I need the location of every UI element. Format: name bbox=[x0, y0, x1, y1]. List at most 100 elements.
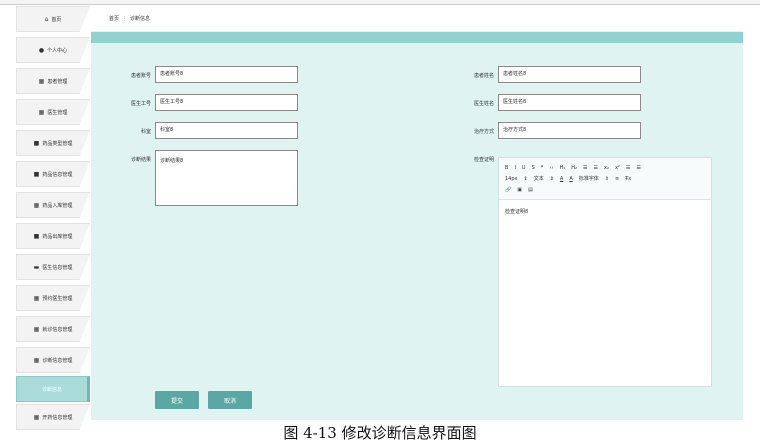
toolbar-tool-icon[interactable]: ☰ bbox=[626, 165, 630, 171]
sidebar-item[interactable]: ▦ 就诊信息管理 bbox=[16, 316, 90, 342]
patient-account-input[interactable]: 患者账号8 bbox=[155, 66, 298, 83]
image-icon[interactable]: ▣ bbox=[517, 187, 522, 193]
doctor-id-label: 医生工号 bbox=[130, 101, 151, 107]
breadcrumb: 首页 ⋮ 诊断信息 bbox=[91, 6, 743, 32]
font-size-arrow-icon: ⇕ bbox=[523, 175, 528, 182]
diagnosis-textarea[interactable]: 诊断结果8 bbox=[155, 150, 298, 206]
sidebar-item-label: 诊断信息 bbox=[41, 386, 62, 393]
patient-name-input[interactable]: 患者姓名8 bbox=[498, 66, 641, 83]
toolbar-tool-icon[interactable]: H₂ bbox=[571, 165, 577, 171]
toolbar-tool-icon[interactable]: B bbox=[505, 165, 508, 171]
sidebar-item[interactable]: ▦ 患者管理 bbox=[16, 68, 90, 94]
background-color-icon[interactable]: A bbox=[569, 176, 572, 182]
sidebar-item[interactable]: ● 个人中心 bbox=[16, 37, 90, 63]
diagnosis-label: 诊断结果 bbox=[130, 157, 151, 163]
sidebar-item-label: 医生管理 bbox=[47, 109, 68, 116]
breadcrumb-separator: ⋮ bbox=[122, 15, 128, 22]
sidebar-item[interactable]: ■ 药品信息管理 bbox=[16, 161, 90, 187]
patient-name-label: 患者姓名 bbox=[473, 73, 494, 79]
font-family-arrow-icon: ⇕ bbox=[604, 175, 609, 182]
breadcrumb-home[interactable]: 首页 bbox=[109, 15, 119, 22]
editor-toolbar-row-1: B I U S ❞ ‹› H₁ H₂ ☰ ☰ x₂ x² ☰ ☰ bbox=[505, 162, 705, 173]
link-icon[interactable]: 🔗 bbox=[505, 187, 511, 193]
file-icon: ■ bbox=[33, 170, 40, 178]
cancel-button[interactable]: 取消 bbox=[208, 391, 252, 409]
sidebar-item-label: 患者管理 bbox=[47, 78, 68, 85]
main-content: 首页 ⋮ 诊断信息 患者账号 患者账号8 患者姓名 患者姓名8 医生工号 医生工… bbox=[91, 6, 743, 420]
grid-icon: ▦ bbox=[33, 413, 40, 421]
home-icon: ⌂ bbox=[44, 15, 49, 23]
treatment-label: 治疗方式 bbox=[473, 129, 494, 135]
user-icon: ● bbox=[38, 46, 45, 54]
sidebar-item-label: 个人中心 bbox=[47, 47, 68, 54]
doctor-name-label: 医生姓名 bbox=[473, 101, 494, 107]
table-icon[interactable]: ▤ bbox=[528, 187, 533, 193]
grid-icon: ▦ bbox=[33, 325, 40, 333]
text-style-select[interactable]: 文本 bbox=[534, 175, 544, 182]
patient-account-label: 患者账号 bbox=[130, 73, 151, 79]
grid-icon: ▦ bbox=[38, 77, 45, 85]
sidebar-item[interactable]: ⌂ 首页 bbox=[16, 6, 90, 32]
department-label: 科室 bbox=[140, 129, 151, 135]
sidebar-item-label: 药品类型管理 bbox=[42, 140, 73, 147]
sidebar-item[interactable]: ▬ 医生信息管理 bbox=[16, 254, 90, 280]
sidebar-item-label: 预约医生管理 bbox=[42, 295, 73, 302]
evidence-rich-editor[interactable]: B I U S ❞ ‹› H₁ H₂ ☰ ☰ x₂ x² ☰ ☰ 14px ⇕ 文本 ⇕ A A 标准字体… bbox=[498, 157, 712, 387]
clear-format-icon[interactable]: T̶x bbox=[625, 176, 631, 182]
sidebar-item[interactable]: ▦ 药品入库管理 bbox=[16, 192, 90, 218]
font-color-icon[interactable]: A bbox=[560, 176, 563, 182]
form-panel: 患者账号 患者账号8 患者姓名 患者姓名8 医生工号 医生工号8 医生姓名 医生… bbox=[91, 43, 743, 420]
doc-icon: ■ bbox=[33, 232, 40, 240]
toolbar-tool-icon[interactable]: ☰ bbox=[583, 165, 587, 171]
bag-icon: ■ bbox=[33, 139, 40, 147]
figure-caption: 图 4-13 修改诊断信息界面图 bbox=[283, 424, 477, 442]
sidebar-item-label: 开药信息管理 bbox=[42, 414, 73, 421]
sidebar-item[interactable]: ▦ 医生管理 bbox=[16, 99, 90, 125]
align-icon[interactable]: ≡ bbox=[615, 176, 619, 182]
toolbar-tool-icon[interactable]: I bbox=[514, 165, 515, 171]
sidebar-item-label: 首页 bbox=[51, 16, 62, 23]
header-accent-bar bbox=[91, 32, 743, 43]
font-size-select[interactable]: 14px bbox=[505, 176, 518, 182]
window-top-border bbox=[0, 0, 760, 5]
sidebar: ⌂ 首页 ● 个人中心 ▦ 患者管理 ▦ 医生管理 ■ 药品类型管理 ■ 药品信息管理 ▦ 药品入库管理 ■… bbox=[16, 6, 94, 430]
sidebar-item[interactable]: ■ 药品类型管理 bbox=[16, 130, 90, 156]
editor-toolbar-row-3: 🔗 ▣ ▤ bbox=[505, 184, 705, 195]
table-icon: ▦ bbox=[33, 201, 40, 209]
grid-icon: ▦ bbox=[38, 108, 45, 116]
sidebar-item[interactable]: ▦ 预约医生管理 bbox=[16, 285, 90, 311]
toolbar-tool-icon[interactable]: ☰ bbox=[636, 165, 640, 171]
sidebar-item[interactable]: ▦ 诊断信息管理 bbox=[16, 347, 90, 373]
toolbar-tool-icon[interactable]: ❞ bbox=[541, 165, 544, 171]
evidence-label: 检查证明 bbox=[473, 157, 494, 163]
toolbar-tool-icon[interactable]: H₁ bbox=[559, 165, 565, 171]
toolbar-tool-icon[interactable]: S bbox=[532, 165, 535, 171]
department-input[interactable]: 科室8 bbox=[155, 122, 298, 139]
sidebar-item[interactable]: ■ 药品出库管理 bbox=[16, 223, 90, 249]
sidebar-item[interactable]: 诊断信息 bbox=[16, 376, 90, 402]
doctor-id-input[interactable]: 医生工号8 bbox=[155, 94, 298, 111]
toolbar-tool-icon[interactable]: U bbox=[522, 165, 526, 171]
submit-button[interactable]: 提交 bbox=[155, 391, 199, 409]
sidebar-item-label: 就诊信息管理 bbox=[42, 326, 73, 333]
sidebar-item-label: 药品出库管理 bbox=[42, 233, 73, 240]
font-family-select[interactable]: 标准字体 bbox=[579, 175, 599, 182]
text-style-arrow-icon: ⇕ bbox=[549, 175, 554, 182]
toolbar-tool-icon[interactable]: ☰ bbox=[594, 165, 598, 171]
sidebar-item-label: 医生信息管理 bbox=[42, 264, 73, 271]
toolbar-tool-icon[interactable]: ‹› bbox=[549, 165, 553, 171]
doctor-name-input[interactable]: 医生姓名8 bbox=[498, 94, 641, 111]
sidebar-item-label: 药品信息管理 bbox=[42, 171, 73, 178]
breadcrumb-current: 诊断信息 bbox=[130, 16, 151, 22]
sidebar-item-label: 诊断信息管理 bbox=[42, 357, 73, 364]
editor-toolbar: B I U S ❞ ‹› H₁ H₂ ☰ ☰ x₂ x² ☰ ☰ 14px ⇕ 文本 ⇕ A A 标准字体… bbox=[499, 158, 711, 200]
grid-icon: ▦ bbox=[33, 294, 40, 302]
treatment-input[interactable]: 治疗方式8 bbox=[498, 122, 641, 139]
toolbar-tool-icon[interactable]: x₂ bbox=[604, 165, 609, 171]
toolbar-tool-icon[interactable]: x² bbox=[615, 165, 620, 171]
editor-content[interactable]: 检查证明8 bbox=[505, 208, 528, 215]
card-icon: ▬ bbox=[33, 263, 40, 271]
grid-icon: ▦ bbox=[33, 356, 40, 364]
sidebar-item-label: 药品入库管理 bbox=[42, 202, 73, 209]
editor-toolbar-row-2: 14px ⇕ 文本 ⇕ A A 标准字体 ⇕ ≡ T̶x bbox=[505, 173, 705, 184]
